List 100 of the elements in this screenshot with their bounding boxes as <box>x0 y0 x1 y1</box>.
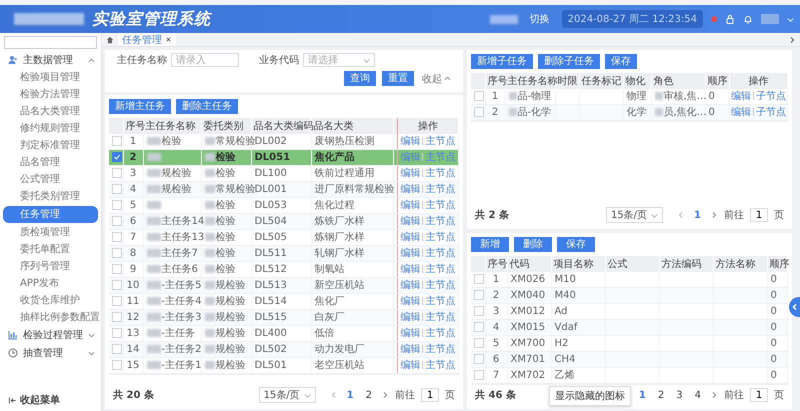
form-button[interactable]: 重置 <box>382 71 414 86</box>
menu-item[interactable]: 收货仓库维护 <box>0 292 101 309</box>
action-link[interactable]: 主节点 <box>425 312 456 322</box>
action-link[interactable]: 编辑 <box>400 136 420 146</box>
page-number[interactable]: 2 <box>654 390 668 400</box>
home-icon[interactable] <box>106 36 114 44</box>
menu-item[interactable]: 抽样比例参数配置 <box>0 309 101 326</box>
action-link[interactable]: 主节点 <box>425 216 456 226</box>
menu-item[interactable]: 任务管理 <box>3 206 98 223</box>
menu-item[interactable]: 品名大类管理 <box>0 103 101 120</box>
table-row[interactable]: 14 -主任务2 规检验 DL502 动力发电厂 编辑 主节点 <box>109 342 458 358</box>
table-row[interactable]: 8 主任务7 检验 DL511 轧钢厂水样 编辑 主节点 <box>109 246 458 262</box>
menu-item[interactable]: 品名管理 <box>0 154 101 171</box>
action-link[interactable]: 编辑 <box>400 280 420 290</box>
collapse-button[interactable]: 收起 <box>420 72 444 86</box>
action-link[interactable]: 编辑 <box>400 216 420 226</box>
table-row[interactable]: 15 -主任务1 规检验 DL501 老空压机站 编辑 主节点 <box>109 358 458 374</box>
page-number[interactable]: 3 <box>673 390 686 400</box>
collapse-menu-button[interactable]: 收起菜单 <box>0 391 101 409</box>
row-checkbox[interactable] <box>112 152 122 162</box>
action-link[interactable]: 编辑 <box>400 328 420 338</box>
page-input[interactable]: 1 <box>750 208 768 222</box>
page-input[interactable]: 1 <box>421 388 439 402</box>
action-link[interactable]: 编辑 <box>400 312 420 322</box>
action-link[interactable]: 主节点 <box>425 344 456 354</box>
page-number[interactable]: 1 <box>636 390 649 400</box>
action-link[interactable]: 主节点 <box>425 136 456 146</box>
action-link[interactable]: 编辑 <box>400 200 420 210</box>
previous-page-icon[interactable] <box>330 391 338 399</box>
table-row[interactable]: 6 主任务14 检验 DL504 炼铁厂水样 编辑 主节点 <box>109 214 458 230</box>
action-link[interactable]: 主节点 <box>425 328 456 338</box>
switch-button[interactable]: 切换 <box>526 12 554 26</box>
avatar[interactable] <box>761 14 779 24</box>
bell-icon[interactable] <box>743 14 753 24</box>
toolbar-button[interactable]: 新增子任务 <box>471 54 533 69</box>
action-link[interactable]: 主节点 <box>425 296 456 306</box>
action-link[interactable]: 编辑 <box>400 168 420 178</box>
form-button[interactable]: 查询 <box>344 71 376 86</box>
table-row[interactable]: 12 -主任务3 规检验 DL515 白灰厂 编辑 主节点 <box>109 310 458 326</box>
menu-item[interactable]: 公式管理 <box>0 171 101 188</box>
toolbar-button[interactable]: 删除主任务 <box>176 99 238 114</box>
action-link[interactable]: 主节点 <box>425 168 456 178</box>
action-link[interactable]: 主节点 <box>425 200 456 210</box>
business-code-dropdown[interactable]: 请选择 <box>303 53 375 67</box>
action-link[interactable]: 编辑 <box>730 106 751 118</box>
previous-page-icon[interactable] <box>677 211 686 219</box>
toolbar-button[interactable]: 保存 <box>557 237 595 252</box>
action-link[interactable]: 子节点 <box>756 106 786 118</box>
menu-item[interactable]: APP发布 <box>0 275 101 292</box>
action-link[interactable]: 编辑 <box>400 248 420 258</box>
page-size-dropdown[interactable]: 15条/页 <box>606 207 664 223</box>
next-page-icon[interactable] <box>381 391 389 399</box>
menu-item[interactable]: 质检项管理 <box>0 224 101 241</box>
page-input[interactable]: 1 <box>750 388 768 402</box>
close-icon[interactable] <box>165 36 172 43</box>
menu-group[interactable]: 检验过程管理 <box>0 326 101 344</box>
page-number[interactable]: 4 <box>692 390 704 400</box>
page-number[interactable]: 1 <box>691 210 704 220</box>
toolbar-button[interactable]: 新增主任务 <box>109 99 171 114</box>
caret-icon[interactable] <box>787 16 794 22</box>
action-link[interactable]: 编辑 <box>400 344 420 354</box>
action-link[interactable]: 主节点 <box>425 360 456 370</box>
action-link[interactable]: 子节点 <box>756 90 786 102</box>
action-link[interactable]: 主节点 <box>425 264 456 274</box>
menu-group[interactable]: 主数据管理 <box>0 51 101 69</box>
menu-item[interactable]: 委托单配置 <box>0 241 101 258</box>
lock-icon[interactable] <box>725 14 735 24</box>
action-link[interactable]: 编辑 <box>400 296 420 306</box>
task-name-field[interactable]: 请录入 <box>171 53 239 67</box>
next-page-icon[interactable] <box>710 211 718 219</box>
menu-item[interactable]: 判定标准管理 <box>0 137 101 154</box>
total-count: 共 46 条 <box>475 388 516 402</box>
page-number[interactable]: 2 <box>362 390 375 400</box>
menu-item[interactable]: 修约规则管理 <box>0 120 101 137</box>
action-link[interactable]: 编辑 <box>400 264 420 274</box>
table-row[interactable]: 2 检验 DL051 焦化产品 编辑 主节点 <box>109 150 458 166</box>
toolbar-button[interactable]: 删除子任务 <box>538 54 600 69</box>
menu-item[interactable]: 检验项目管理 <box>0 69 101 86</box>
page-number[interactable]: 1 <box>344 390 357 400</box>
chevron-right-icon[interactable] <box>788 36 796 44</box>
action-link[interactable]: 编辑 <box>400 232 420 242</box>
menu-search-field[interactable] <box>4 36 97 49</box>
next-page-icon[interactable] <box>710 391 718 399</box>
menu-item[interactable]: 检验方法管理 <box>0 86 101 103</box>
menu-group[interactable]: 抽查管理 <box>0 344 101 362</box>
action-link[interactable]: 编辑 <box>400 184 420 194</box>
menu-item[interactable]: 委托类别管理 <box>0 188 101 205</box>
action-link[interactable]: 主节点 <box>425 184 456 194</box>
page-tab[interactable]: 任务管理 <box>118 33 176 46</box>
toolbar-button[interactable]: 保存 <box>605 54 637 69</box>
menu-item[interactable]: 序列号管理 <box>0 258 101 275</box>
action-link[interactable]: 主节点 <box>425 248 456 258</box>
action-link[interactable]: 编辑 <box>730 90 751 102</box>
action-link[interactable]: 主节点 <box>425 232 456 242</box>
action-link[interactable]: 编辑 <box>400 360 420 370</box>
toolbar-button[interactable]: 新增 <box>471 237 509 252</box>
table-row[interactable]: 10 -主任务5 规检验 DL513 新空压机站 编辑 主节点 <box>109 278 458 294</box>
page-size-dropdown[interactable]: 15条/页 <box>258 387 316 403</box>
toolbar-button[interactable]: 删除 <box>514 237 552 252</box>
action-link[interactable]: 主节点 <box>425 280 456 290</box>
